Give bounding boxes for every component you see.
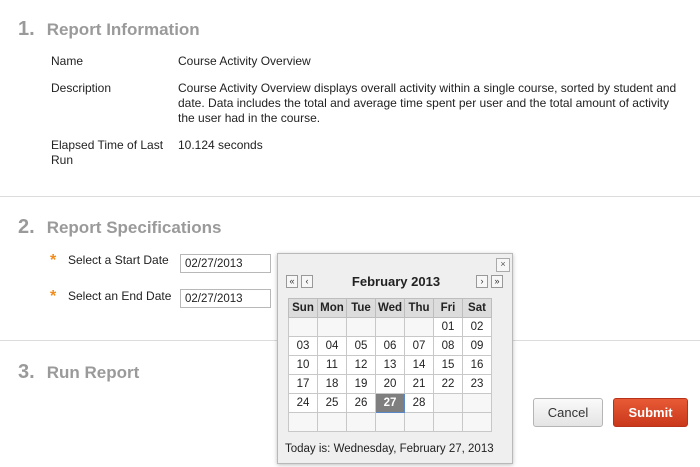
calendar-day[interactable]: 04 — [317, 336, 347, 356]
end-date-input[interactable] — [180, 289, 271, 308]
calendar-day[interactable]: 06 — [375, 336, 405, 356]
calendar-day[interactable]: 08 — [433, 336, 463, 356]
calendar-day[interactable]: 28 — [404, 393, 434, 413]
calendar-week-row: 24 25 26 27 28 — [288, 393, 492, 413]
calendar-day[interactable]: 11 — [317, 355, 347, 375]
weekday-header: Wed — [375, 298, 405, 318]
elapsed-time-value: 10.124 seconds — [178, 138, 263, 152]
calendar-day[interactable]: 17 — [288, 374, 318, 394]
calendar-week-row — [288, 412, 492, 432]
submit-button[interactable]: Submit — [613, 398, 688, 427]
section-1-heading: 1. Report Information — [18, 18, 200, 41]
start-date-input[interactable] — [180, 254, 271, 273]
weekday-header: Mon — [317, 298, 347, 318]
section-1-title: Report Information — [46, 20, 200, 39]
calendar-empty-cell — [346, 412, 376, 432]
calendar-day[interactable]: 13 — [375, 355, 405, 375]
section-3-title: Run Report — [46, 363, 140, 382]
calendar-week-row: 10 11 12 13 14 15 16 — [288, 355, 492, 375]
cancel-button[interactable]: Cancel — [533, 398, 603, 427]
weekday-header-row: Sun Mon Tue Wed Thu Fri Sat — [288, 298, 492, 318]
calendar-day[interactable]: 16 — [462, 355, 492, 375]
weekday-header: Fri — [433, 298, 463, 318]
description-value: Course Activity Overview displays overal… — [178, 81, 677, 125]
calendar-grid: Sun Mon Tue Wed Thu Fri Sat 01 02 03 04 05 06… — [288, 298, 492, 432]
next-year-icon[interactable]: » — [491, 275, 503, 288]
weekday-header: Sun — [288, 298, 318, 318]
section-2-title: Report Specifications — [46, 218, 222, 237]
next-month-icon[interactable]: › — [476, 275, 488, 288]
calendar-day[interactable]: 23 — [462, 374, 492, 394]
calendar-day[interactable]: 19 — [346, 374, 376, 394]
end-date-label: Select an End Date — [68, 289, 172, 303]
calendar-day-selected[interactable]: 27 — [375, 393, 405, 413]
calendar-week-row: 17 18 19 20 21 22 23 — [288, 374, 492, 394]
calendar-week-row: 03 04 05 06 07 08 09 — [288, 336, 492, 356]
calendar-empty-cell — [288, 317, 318, 337]
calendar-empty-cell — [433, 412, 463, 432]
calendar-empty-cell — [288, 412, 318, 432]
calendar-day[interactable]: 18 — [317, 374, 347, 394]
weekday-header: Thu — [404, 298, 434, 318]
calendar-day[interactable]: 25 — [317, 393, 347, 413]
calendar-empty-cell — [317, 317, 347, 337]
section-3-heading: 3. Run Report — [18, 361, 139, 384]
calendar-empty-cell — [375, 412, 405, 432]
start-date-label: Select a Start Date — [68, 253, 169, 267]
calendar-day[interactable]: 05 — [346, 336, 376, 356]
calendar-empty-cell — [433, 393, 463, 413]
calendar-day[interactable]: 07 — [404, 336, 434, 356]
calendar-empty-cell — [317, 412, 347, 432]
calendar-day[interactable]: 20 — [375, 374, 405, 394]
name-label: Name — [51, 54, 84, 68]
section-2-heading: 2. Report Specifications — [18, 216, 221, 239]
calendar-day[interactable]: 26 — [346, 393, 376, 413]
calendar-day[interactable]: 22 — [433, 374, 463, 394]
section-3-number: 3. — [18, 361, 35, 383]
section-1-number: 1. — [18, 18, 35, 40]
calendar-day[interactable]: 01 — [433, 317, 463, 337]
today-indicator: Today is: Wednesday, February 27, 2013 — [285, 443, 494, 455]
calendar-day[interactable]: 24 — [288, 393, 318, 413]
calendar-empty-cell — [404, 317, 434, 337]
calendar-day[interactable]: 10 — [288, 355, 318, 375]
weekday-header: Sat — [462, 298, 492, 318]
calendar-empty-cell — [346, 317, 376, 337]
required-star-icon: * — [50, 288, 57, 305]
required-star-icon: * — [50, 252, 57, 269]
calendar-day[interactable]: 09 — [462, 336, 492, 356]
elapsed-time-label: Elapsed Time of Last Run — [51, 138, 164, 167]
calendar-day[interactable]: 15 — [433, 355, 463, 375]
calendar-day[interactable]: 12 — [346, 355, 376, 375]
description-label: Description — [51, 81, 112, 95]
calendar-empty-cell — [462, 393, 492, 413]
calendar-week-row: 01 02 — [288, 317, 492, 337]
section-2-number: 2. — [18, 216, 35, 238]
date-picker-popup: × « ‹ February 2013 › » Sun Mon Tue Wed … — [277, 253, 513, 464]
calendar-day[interactable]: 14 — [404, 355, 434, 375]
calendar-empty-cell — [462, 412, 492, 432]
calendar-day[interactable]: 02 — [462, 317, 492, 337]
close-icon[interactable]: × — [496, 258, 510, 272]
section-divider-1 — [0, 196, 700, 197]
calendar-empty-cell — [375, 317, 405, 337]
calendar-day[interactable]: 21 — [404, 374, 434, 394]
calendar-empty-cell — [404, 412, 434, 432]
name-value: Course Activity Overview — [178, 54, 311, 68]
calendar-day[interactable]: 03 — [288, 336, 318, 356]
weekday-header: Tue — [346, 298, 376, 318]
